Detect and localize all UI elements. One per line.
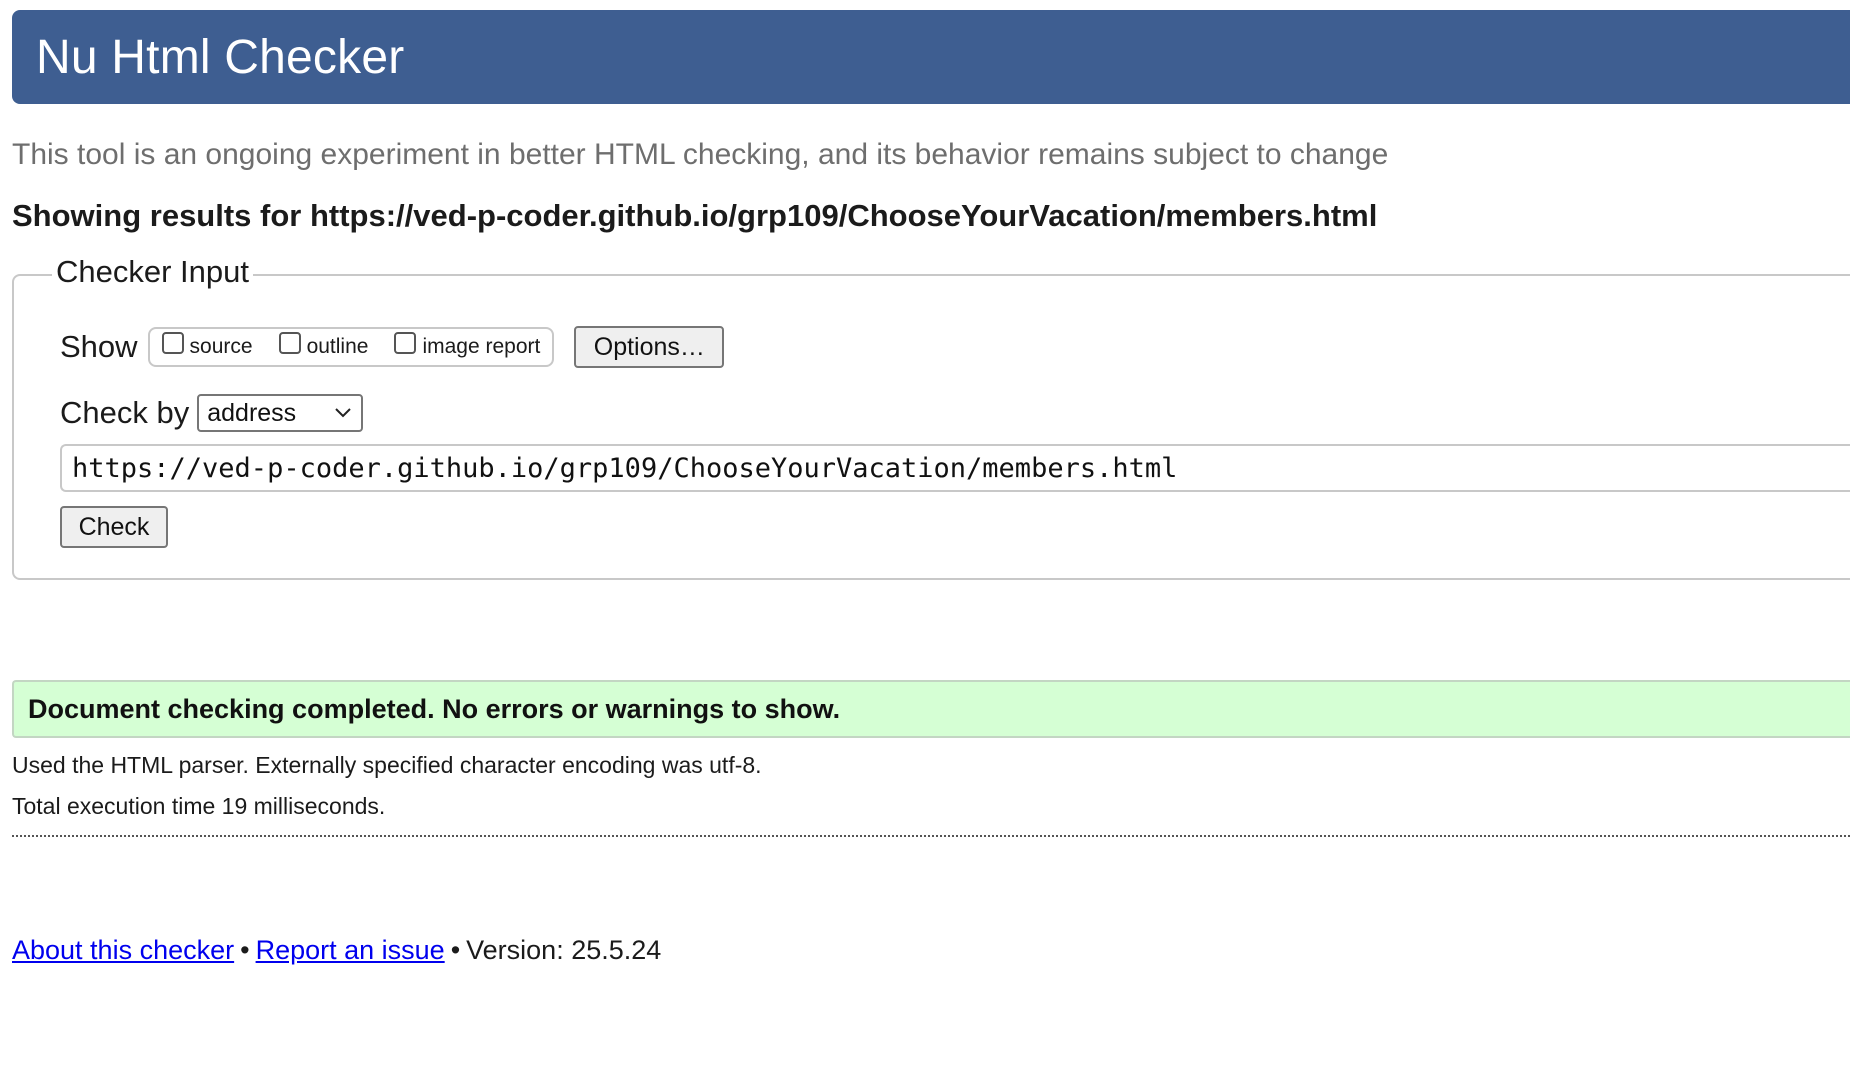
outline-label: outline — [306, 335, 369, 358]
check-by-select[interactable]: address — [197, 394, 364, 432]
result-details: Used the HTML parser. Externally specifi… — [12, 752, 1850, 820]
execution-time: Total execution time 19 milliseconds. — [12, 793, 386, 819]
outline-checkbox[interactable] — [278, 332, 301, 354]
version-text: Version: 25.5.24 — [466, 935, 662, 965]
parser-note: Used the HTML parser. Externally specifi… — [12, 752, 762, 778]
show-image-report-option[interactable]: image report — [394, 332, 541, 359]
image-report-checkbox[interactable] — [394, 332, 417, 354]
source-label: source — [189, 335, 253, 358]
url-input[interactable]: https://ved-p-coder.github.io/grp109/Cho… — [60, 444, 1850, 492]
checker-input-fieldset: Checker Input Show source outline image … — [12, 254, 1850, 580]
show-row: Show source outline image report Options… — [60, 326, 725, 368]
chevron-down-icon — [335, 408, 351, 418]
page-title: Nu Html Checker — [36, 30, 405, 84]
success-message: Document checking completed. No errors o… — [12, 680, 1850, 738]
divider — [12, 835, 1850, 837]
show-source-option[interactable]: source — [161, 332, 253, 359]
source-checkbox[interactable] — [161, 332, 184, 354]
tagline: This tool is an ongoing experiment in be… — [12, 138, 1389, 171]
page: Nu Html Checker This tool is an ongoing … — [12, 10, 1850, 966]
show-outline-option[interactable]: outline — [278, 332, 369, 359]
check-by-row: Check by address — [60, 394, 364, 432]
report-issue-link[interactable]: Report an issue — [256, 935, 445, 965]
check-by-label: Check by — [60, 395, 190, 430]
check-by-selected-value: address — [207, 398, 297, 427]
check-button[interactable]: Check — [60, 506, 168, 548]
results-heading: Showing results for https://ved-p-coder.… — [12, 198, 1378, 233]
header-bar: Nu Html Checker — [12, 10, 1850, 104]
options-button[interactable]: Options… — [574, 326, 725, 368]
show-options-group: source outline image report — [147, 327, 555, 367]
checker-input-legend: Checker Input — [52, 254, 253, 290]
footer: About this checker • Report an issue • Versi… — [12, 935, 1850, 966]
show-label: Show — [60, 329, 138, 364]
image-report-label: image report — [422, 335, 541, 358]
footer-separator: • — [450, 935, 461, 965]
about-checker-link[interactable]: About this checker — [12, 935, 234, 965]
footer-separator: • — [240, 935, 250, 965]
